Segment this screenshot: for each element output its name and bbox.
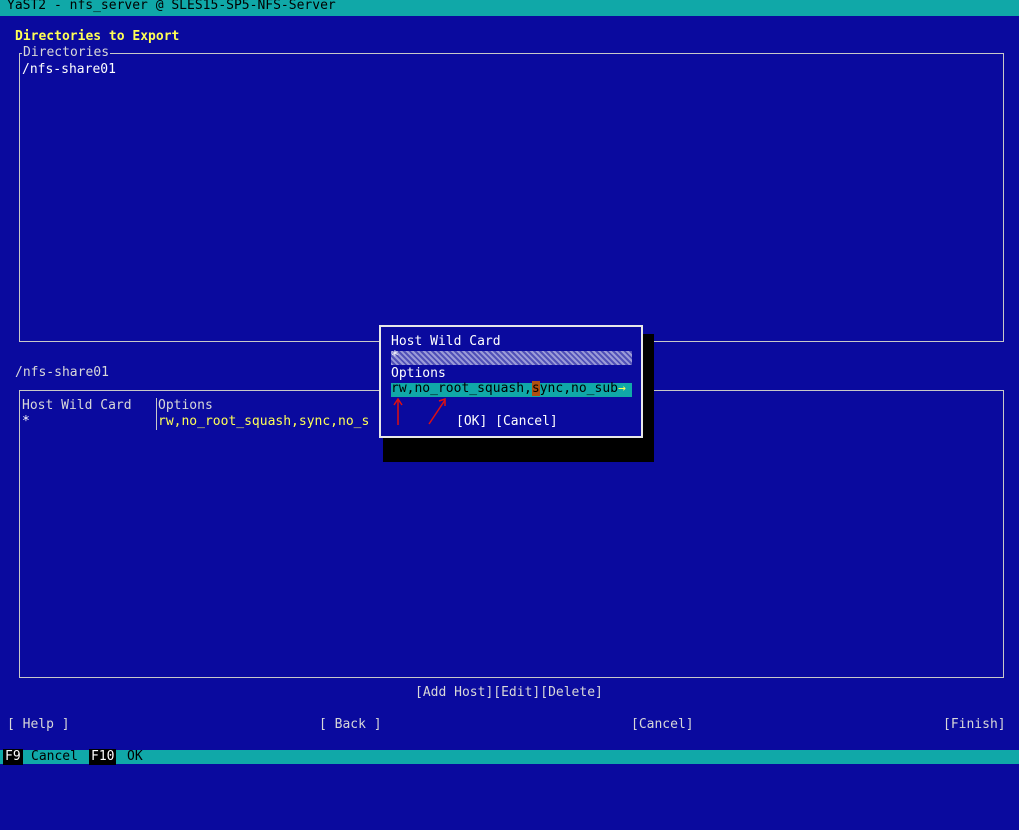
title-bar: YaST2 - nfs_server @ SLES15-SP5-NFS-Serv… [0, 0, 1019, 16]
directories-frame: Directories /nfs-share01 [19, 45, 1004, 342]
overflow-arrow-icon: → [618, 381, 626, 396]
f10-label[interactable]: OK [127, 749, 143, 765]
edit-button[interactable]: [Edit] [493, 685, 540, 700]
options-input[interactable]: rw,no_root_squash,sync,no_sub→ [391, 381, 632, 397]
delete-button[interactable]: [Delete] [540, 685, 603, 700]
hosts-section-label: /nfs-share01 [15, 365, 109, 380]
function-key-bar: F9 Cancel F10 OK [0, 749, 1019, 765]
f9-key[interactable]: F9 [3, 749, 23, 765]
arrow-diagonal-icon [428, 399, 446, 425]
column-divider [156, 398, 157, 430]
text-cursor: s [531, 381, 540, 396]
host-wildcard-input[interactable]: * [391, 349, 632, 365]
host-wildcard-value: * [391, 349, 399, 364]
table-row-options[interactable]: rw,no_root_squash,sync,no_s [158, 414, 369, 430]
annotation-arrows [393, 397, 446, 425]
column-header-host[interactable]: Host Wild Card [22, 398, 132, 414]
directory-item[interactable]: /nfs-share01 [22, 62, 116, 78]
dialog-buttons: [OK] [Cancel] [456, 414, 558, 430]
options-label: Options [391, 366, 446, 381]
cancel-button[interactable]: [Cancel] [631, 717, 694, 733]
options-value: rw,no_root_squash,sync,no_sub→ [391, 381, 626, 396]
column-header-options[interactable]: Options [158, 398, 213, 414]
back-button[interactable]: [ Back ] [319, 717, 382, 733]
window-title: YaST2 - nfs_server @ SLES15-SP5-NFS-Serv… [7, 0, 336, 13]
table-row-host[interactable]: * [22, 414, 30, 430]
finish-button[interactable]: [Finish] [943, 717, 1006, 733]
host-wildcard-label: Host Wild Card [391, 334, 501, 349]
add-host-button[interactable]: [Add Host] [415, 685, 493, 700]
dialog-cancel-button[interactable]: [Cancel] [495, 414, 558, 429]
f10-key[interactable]: F10 [89, 749, 117, 765]
help-button[interactable]: [ Help ] [7, 717, 70, 733]
page-title: Directories to Export [15, 29, 180, 44]
ok-button[interactable]: [OK] [456, 414, 487, 429]
f9-label[interactable]: Cancel [31, 749, 78, 765]
directories-frame-label: Directories [22, 45, 111, 61]
host-button-row: [Add Host][Edit][Delete] [415, 685, 603, 701]
